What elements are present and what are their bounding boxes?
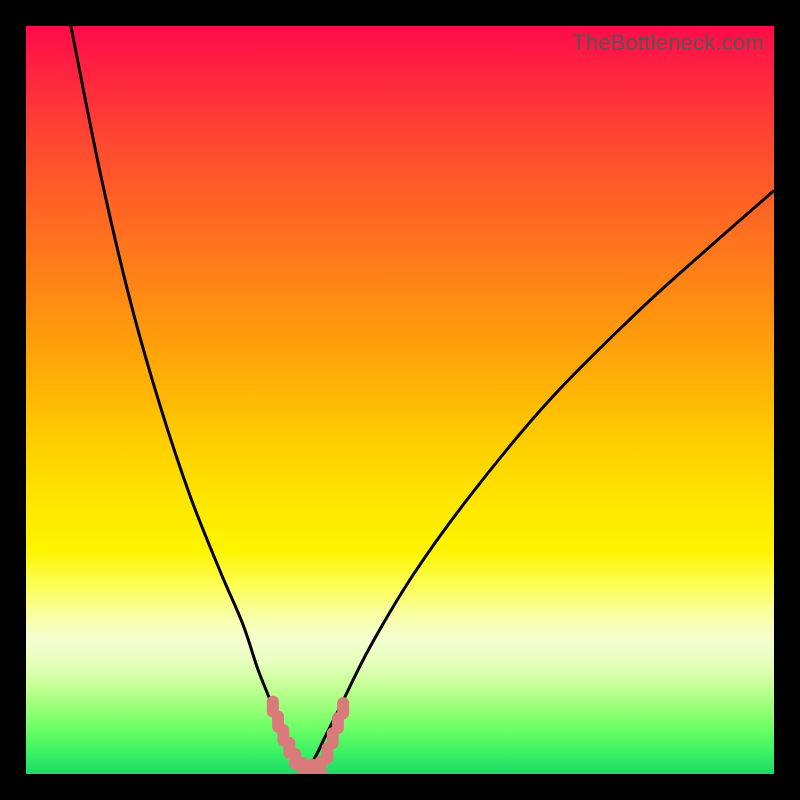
chart-frame: TheBottleneck.com (0, 0, 800, 800)
watermark-text: TheBottleneck.com (572, 30, 764, 56)
plot-area: TheBottleneck.com (26, 26, 774, 774)
marker-group (267, 696, 349, 774)
curve-left-branch (71, 26, 303, 770)
curve-right-branch (303, 191, 774, 771)
curve-layer (26, 26, 774, 774)
marker-dot (337, 697, 349, 719)
